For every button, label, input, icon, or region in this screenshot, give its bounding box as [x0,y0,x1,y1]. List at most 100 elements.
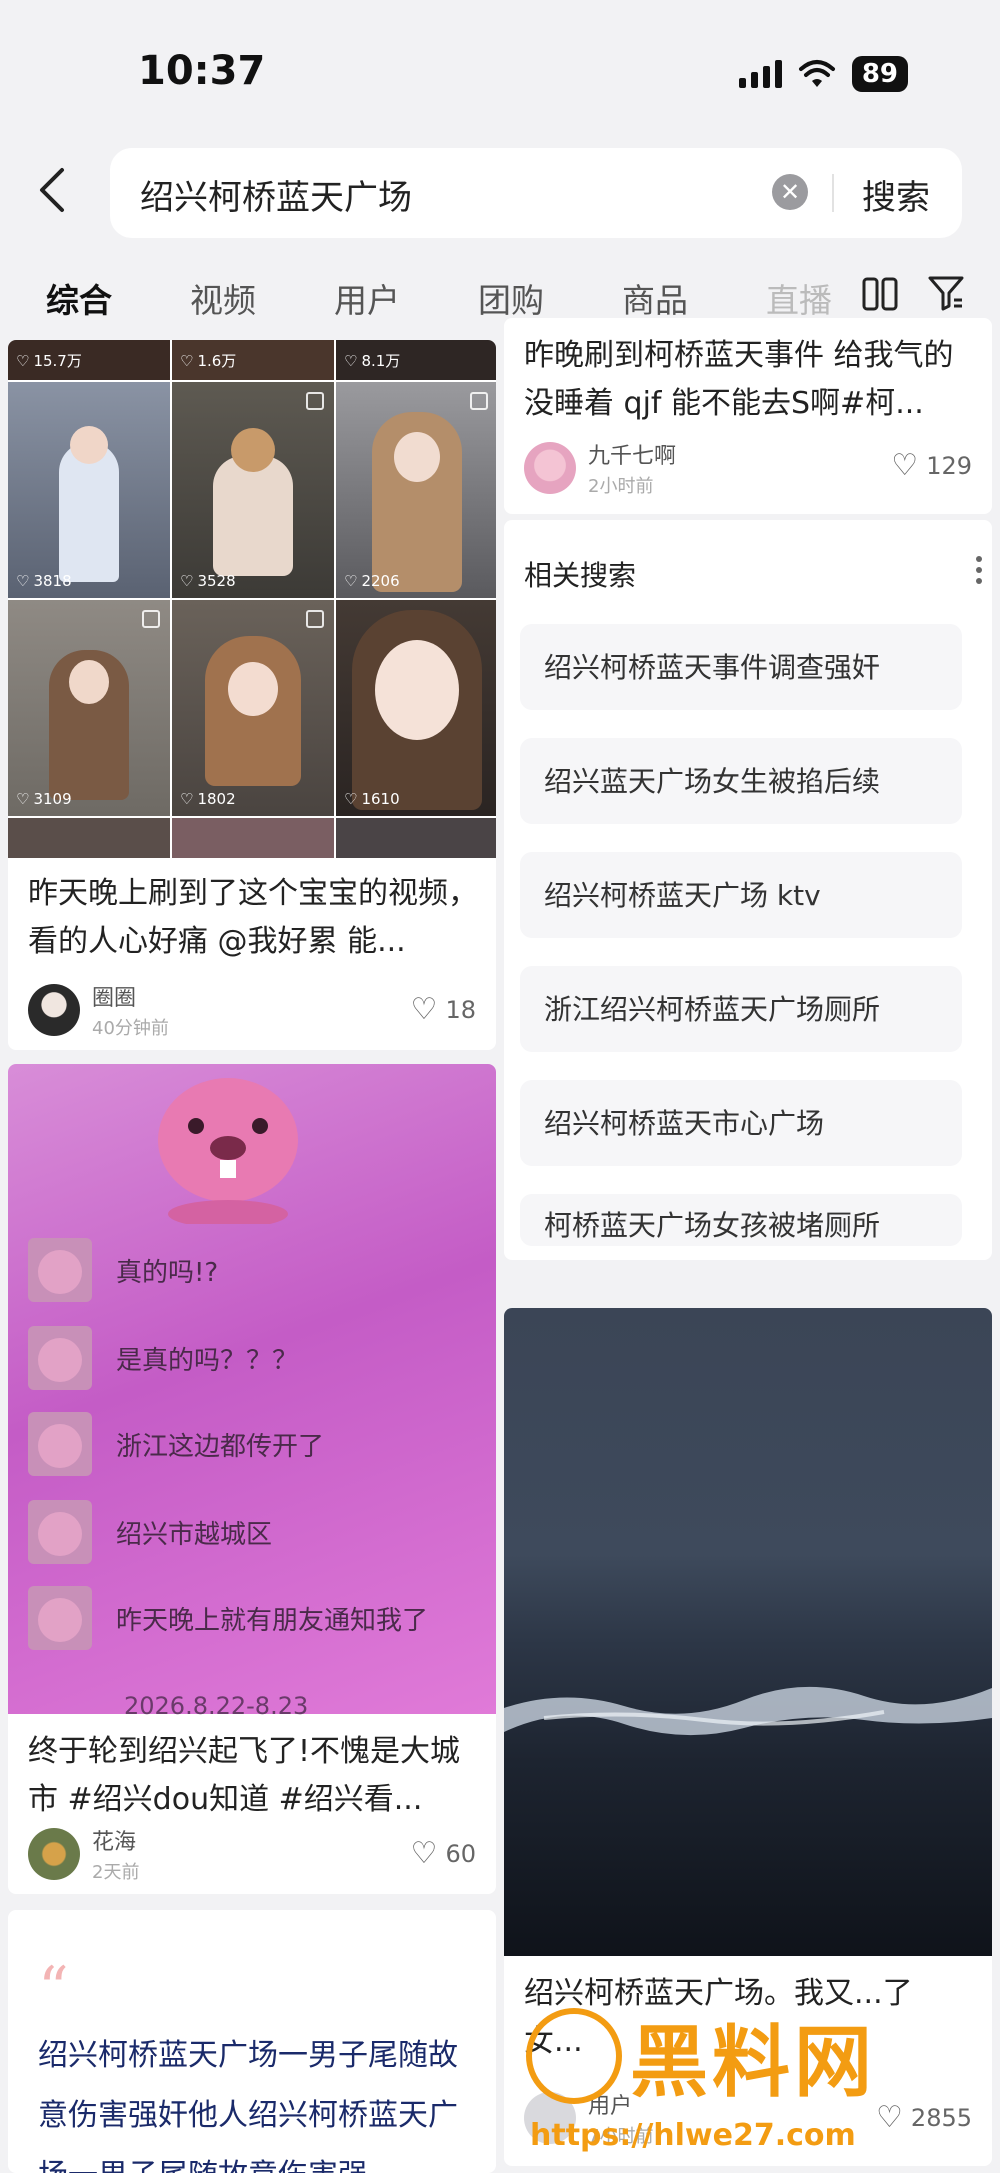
thumb-count: 1.6万 [197,352,237,370]
heart-icon: ♡ [16,572,30,590]
beaver-sticker [158,1078,298,1224]
search-input[interactable]: 绍兴柯桥蓝天广场 [140,170,412,219]
wifi-icon [798,60,835,87]
tab-video[interactable]: 视频 [190,274,256,322]
multi-image-icon [306,392,324,410]
result-card-quote[interactable]: “ 绍兴柯桥蓝天广场一男子尾随故意伤害强奸他人绍兴柯桥蓝天广场一男子尾随故意伤害… [8,1910,496,2173]
chat-text: 绍兴市越城区 [116,1519,273,1550]
battery-indicator: 89 [851,56,908,92]
author[interactable]: 九千七啊 2小时前 [524,438,676,498]
chat-text: 昨天晚上就有朋友通知我了 [116,1605,429,1636]
chat-message: 真的吗!? [28,1238,218,1302]
more-icon[interactable] [976,556,982,584]
chat-message: 浙江这边都传开了 [28,1412,324,1476]
result-card-chat[interactable]: 真的吗!? 是真的吗？？？ 浙江这边都传开了 绍兴市越城区 昨天晚上就有朋友通知… [8,1064,496,1894]
watermark: 黑料网 https://hlwe27.com [520,2000,990,2160]
chat-date: 2026.8.22-8.23 [124,1692,309,1720]
avatar[interactable] [28,984,80,1036]
thumb-count: 1610 [361,790,400,808]
thumb-top-2: ♡ 1.6万 [172,340,334,380]
thumb-count: 2206 [361,572,400,590]
chat-message: 绍兴市越城区 [28,1500,272,1564]
thumb-low-1: ♡ 3109 [8,600,170,816]
chat-avatar [28,1586,92,1650]
card-title: 终于轮到绍兴起飞了!不愧是大城市 #绍兴dou知道 #绍兴看... [28,1734,461,1817]
author-name: 花海 [92,1830,137,1855]
like-button[interactable]: ♡ 60 [411,1836,476,1871]
heart-icon: ♡ [891,448,919,483]
chat-avatar [28,1500,92,1564]
photo-face [228,662,278,716]
author[interactable]: 圈圈 40分钟前 [28,980,169,1040]
post-time: 40分钟前 [92,1018,169,1039]
status-time: 10:37 [138,48,266,94]
search-button[interactable]: 搜索 [862,170,930,219]
quote-icon: “ [38,1954,69,2024]
watermark-text: 黑料网 [630,2018,877,2108]
thumb-strip-1 [8,818,170,858]
like-button[interactable]: ♡ 129 [891,448,972,483]
related-item[interactable]: 绍兴柯桥蓝天事件调查强奸 [520,624,962,710]
heart-icon: ♡ [16,351,30,370]
post-time: 2天前 [92,1862,140,1883]
status-icons: 89 [738,56,908,92]
filter-icon[interactable] [928,274,964,312]
tab-group-buy[interactable]: 团购 [478,274,544,322]
heart-icon: ♡ [180,790,194,808]
search-bar[interactable]: 绍兴柯桥蓝天广场 ✕ 搜索 [110,148,962,238]
tab-live[interactable]: 直播 [766,274,832,322]
thumb-count: 15.7万 [33,352,82,370]
avatar[interactable] [524,442,576,494]
card-title: 昨晚刷到柯桥蓝天事件 给我气的没睡着 qjf 能不能去S啊#柯... [524,338,954,421]
chat-text: 浙江这边都传开了 [116,1431,325,1462]
dual-column-icon[interactable] [862,276,898,312]
chat-avatar [28,1238,92,1302]
heart-icon: ♡ [180,572,194,590]
multi-image-icon [142,610,160,628]
photo-face [394,432,440,482]
chat-text: 是真的吗？？？ [116,1345,299,1376]
heart-icon: ♡ [180,351,194,370]
clear-icon[interactable]: ✕ [772,174,808,210]
result-card-text[interactable]: 昨晚刷到柯桥蓝天事件 给我气的没睡着 qjf 能不能去S啊#柯... 九千七啊 … [504,318,992,514]
heart-icon: ♡ [410,992,438,1027]
photo-face [69,660,109,704]
related-item[interactable]: 绍兴柯桥蓝天市心广场 [520,1080,962,1166]
photo-figure [213,456,293,576]
thumb-count: 1802 [197,790,236,808]
heart-icon: ♡ [410,1836,438,1871]
thumbnail-grid: ♡ 15.7万 ♡ 1.6万 ♡ 8.1万 ♡ 3818 ♡ 3528 ♡ 2206 [8,340,496,858]
related-item[interactable]: 浙江绍兴柯桥蓝天广场厕所 [520,966,962,1052]
thumb-strip-3 [336,818,496,858]
tab-users[interactable]: 用户 [334,274,400,322]
thumb-count: 3528 [197,572,236,590]
author-name: 圈圈 [92,986,137,1011]
post-time: 2小时前 [588,476,654,497]
author-name: 九千七啊 [588,444,677,469]
chat-message: 是真的吗？？？ [28,1326,298,1390]
related-item[interactable]: 绍兴蓝天广场女生被掐后续 [520,738,962,824]
avatar[interactable] [28,1828,80,1880]
heart-icon: ♡ [16,790,30,808]
author[interactable]: 花海 2天前 [28,1824,139,1884]
like-count: 129 [926,451,972,480]
like-button[interactable]: ♡ 18 [411,992,476,1027]
related-item[interactable]: 柯桥蓝天广场女孩被堵厕所 [520,1194,962,1246]
tab-products[interactable]: 商品 [622,274,688,322]
photo-face [70,426,108,464]
thumb-mid-1: ♡ 3818 [8,382,170,598]
result-card-collage[interactable]: ♡ 15.7万 ♡ 1.6万 ♡ 8.1万 ♡ 3818 ♡ 3528 ♡ 2206 [8,340,496,1050]
heart-icon: ♡ [344,790,358,808]
photo-face [375,640,459,740]
watermark-url: https://hlwe27.com [530,2118,856,2153]
multi-image-icon [306,610,324,628]
chat-message: 昨天晚上就有朋友通知我了 [28,1586,428,1650]
related-item[interactable]: 绍兴柯桥蓝天广场 ktv [520,852,962,938]
related-title: 相关搜索 [524,559,637,592]
tab-comprehensive[interactable]: 综合 [46,274,112,322]
thumb-mid-2: ♡ 3528 [172,382,334,598]
thumb-count: 8.1万 [361,352,401,370]
related-searches: 相关搜索 绍兴柯桥蓝天事件调查强奸 绍兴蓝天广场女生被掐后续 绍兴柯桥蓝天广场 … [504,520,992,1260]
chat-avatar [28,1326,92,1390]
back-icon[interactable] [34,166,74,214]
